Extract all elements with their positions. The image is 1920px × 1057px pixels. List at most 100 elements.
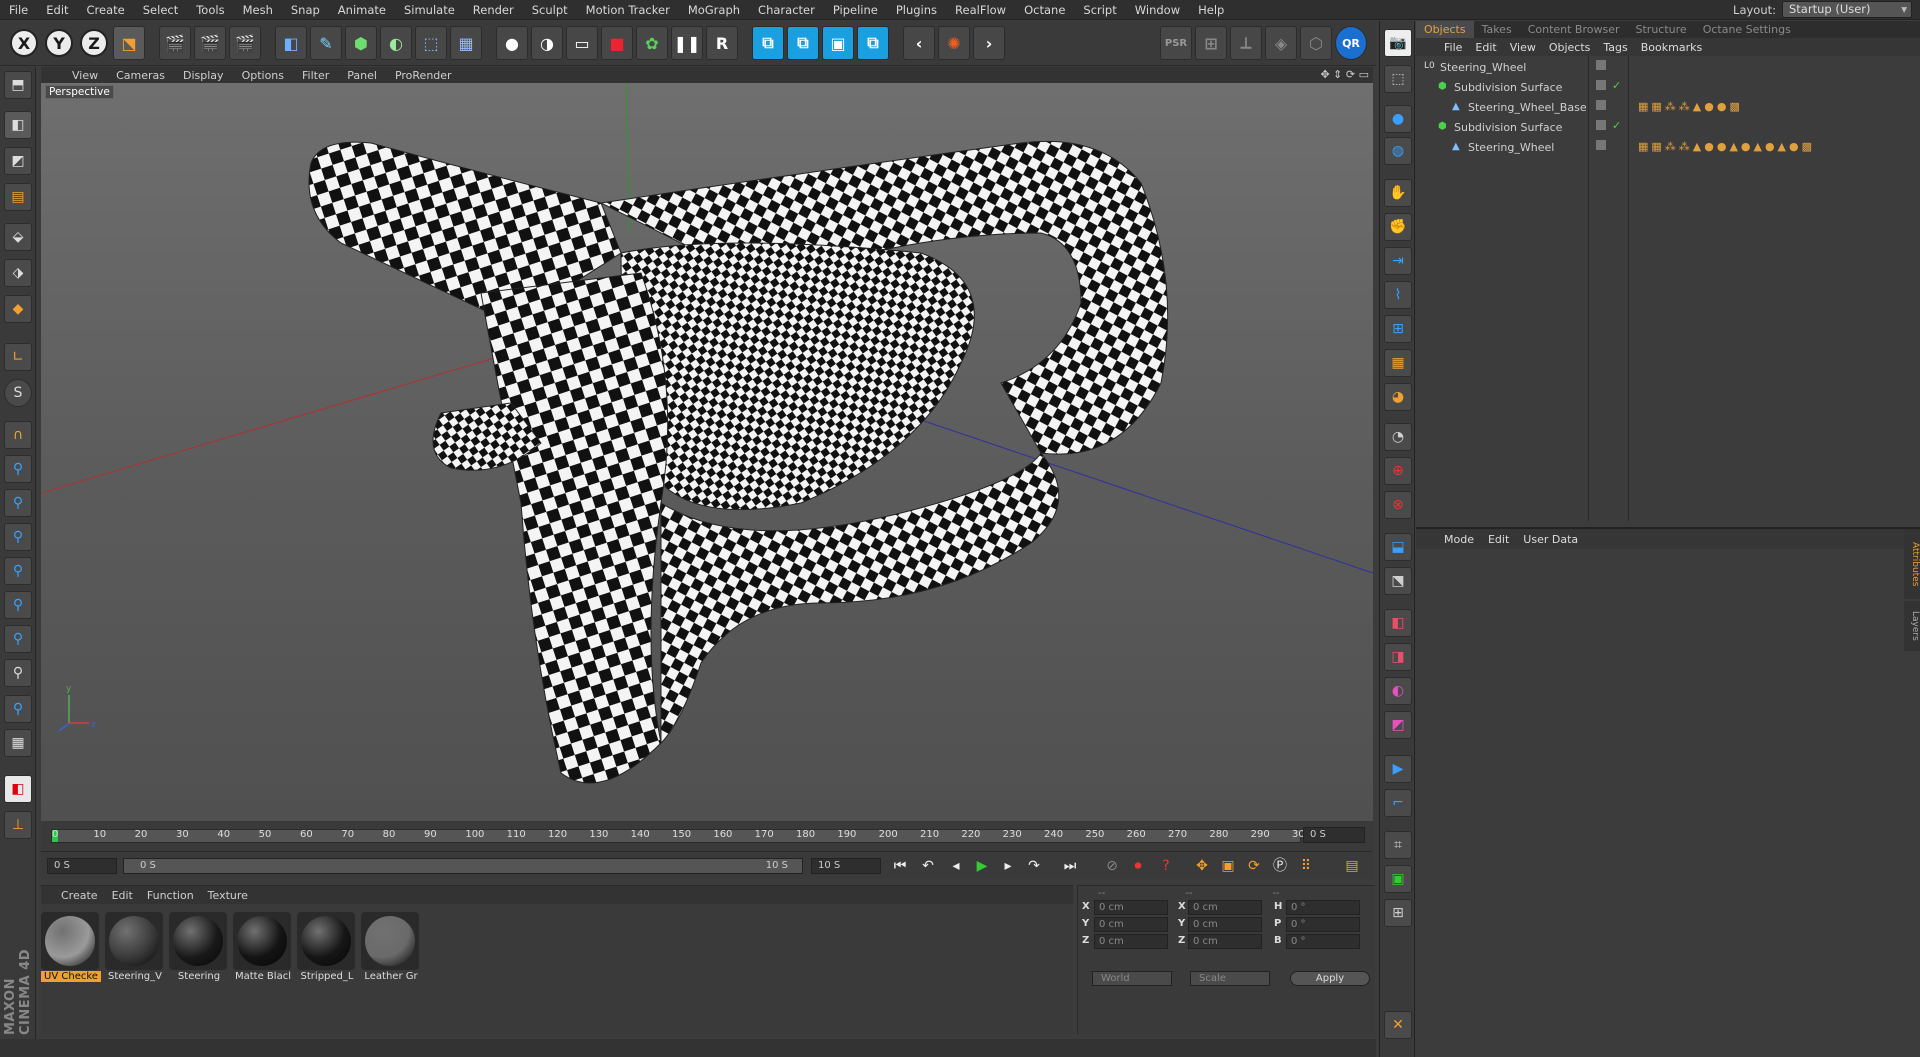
autokey-button[interactable]: ⏺ [1127,855,1149,877]
tab-octane-settings[interactable]: Octane Settings [1695,21,1799,38]
tag-list[interactable]: ▦▦⁂⁂▲●●▲●▲●▲●▩ [1638,140,1815,153]
menu-item-pipeline[interactable]: Pipeline [824,0,887,20]
brush-tool-1[interactable]: ⚲ [4,455,32,483]
material-swatch[interactable]: Steering_V [105,912,165,982]
camera-button[interactable]: ◑ [531,26,563,60]
environment-button[interactable]: ● [496,26,528,60]
prev-key-button[interactable]: ↶ [917,855,939,877]
menu-item-tools[interactable]: Tools [187,0,233,20]
coord-field[interactable]: 0 cm [1188,917,1262,932]
material-menu-function[interactable]: Function [147,889,194,902]
points-mode-button[interactable]: ⬙ [4,223,32,251]
attribute-menu-mode[interactable]: Mode [1444,533,1474,546]
menu-item-mesh[interactable]: Mesh [234,0,282,20]
solo-button[interactable]: S [4,379,32,407]
render-view-button[interactable]: 🎬 [159,26,191,60]
tab-structure[interactable]: Structure [1628,21,1695,38]
forward-button[interactable]: ✺ [938,26,970,60]
material-swatch[interactable]: Stripped_L [297,912,357,982]
viewport-nav-icons[interactable]: ✥ ⇕ ⟳ ▭ [1320,68,1369,81]
object-tree-row[interactable]: ⬢ Subdivision Surface ✓ [1416,118,1920,137]
end-frame-field[interactable]: 10 S [811,858,881,874]
steering-wheel-model[interactable] [308,140,1169,784]
menu-item-motion-tracker[interactable]: Motion Tracker [577,0,679,20]
qr-button[interactable]: QR [1335,26,1367,60]
subdivision-surface-button[interactable]: ⬢ [345,26,377,60]
rotation-key-button[interactable]: ⟳ [1243,855,1265,877]
object-menu-tags[interactable]: Tags [1603,41,1627,54]
menu-item-snap[interactable]: Snap [282,0,329,20]
material-menu-texture[interactable]: Texture [208,889,248,902]
axis-mode-button[interactable]: ∟ [4,343,32,371]
material-swatch[interactable]: Leather Gr [361,912,421,982]
material-swatch[interactable]: Steering [169,912,229,982]
brush-tool-4[interactable]: ⚲ [4,557,32,585]
material-swatch[interactable]: Matte Blacl [233,912,293,982]
menu-item-create[interactable]: Create [78,0,134,20]
viewport-menu-prorender[interactable]: ProRender [386,69,461,82]
layer-tool-3[interactable]: ▣ [822,26,854,60]
r-button[interactable]: R [706,26,738,60]
viewport-menu-display[interactable]: Display [174,69,233,82]
magnet-button[interactable]: ∩ [4,421,32,449]
viewport-menu-cameras[interactable]: Cameras [107,69,174,82]
attributes-side-tab[interactable]: Attributes [1904,529,1920,599]
brush-tool-6[interactable]: ⚲ [4,625,32,653]
menu-item-sculpt[interactable]: Sculpt [523,0,577,20]
material-swatch[interactable]: UV Checke [41,912,101,982]
object-move-button[interactable]: ⬔ [1384,567,1412,595]
brush-tool-8[interactable]: ⚲ [4,695,32,723]
material-tool-2[interactable]: ◨ [1384,643,1412,671]
material-tool-1[interactable]: ◧ [1384,609,1412,637]
model-mode-button[interactable]: ◧ [4,111,32,139]
snap-tool-button[interactable]: ⊞ [1195,26,1227,60]
current-frame-field[interactable]: 0 S [1303,827,1365,843]
menu-item-render[interactable]: Render [464,0,523,20]
material-menu-create[interactable]: Create [61,889,98,902]
layer-tool-1[interactable]: ⧉ [752,26,784,60]
menu-item-character[interactable]: Character [749,0,824,20]
coordinate-system-button[interactable]: ⬔ [113,26,145,60]
grid-snap-button[interactable]: ⊞ [1384,315,1412,343]
attribute-menu-user-data[interactable]: User Data [1523,533,1578,546]
next-frame-button[interactable]: ▸ [997,855,1019,877]
apply-button[interactable]: Apply [1290,971,1370,986]
viewport-menu-filter[interactable]: Filter [293,69,338,82]
layer-tool-2[interactable]: ⧉ [787,26,819,60]
visibility-toggle[interactable] [1596,120,1606,130]
floor-button[interactable]: ▦ [450,26,482,60]
target-button[interactable]: ⊕ [1384,457,1412,485]
lock-x-axis-button[interactable]: X [10,29,38,57]
menu-item-window[interactable]: Window [1126,0,1189,20]
menu-item-octane[interactable]: Octane [1015,0,1074,20]
plane-tool-button[interactable]: ▣ [1384,865,1412,893]
enabled-check-icon[interactable]: ✓ [1612,119,1621,132]
next-key-button[interactable]: ↷ [1023,855,1045,877]
layer-tool-4[interactable]: ⧉ [857,26,889,60]
menu-item-mograph[interactable]: MoGraph [679,0,749,20]
tab-content-browser[interactable]: Content Browser [1520,21,1628,38]
scale-key-button[interactable]: ▣ [1217,855,1239,877]
object-menu-file[interactable]: File [1444,41,1462,54]
brush-tool-2[interactable]: ⚲ [4,489,32,517]
grid-tool-button[interactable]: ▦ [4,729,32,757]
cube-button[interactable]: ◧ [275,26,307,60]
menu-item-realflow[interactable]: RealFlow [946,0,1015,20]
brush-tool-7[interactable]: ⚲ [4,659,32,687]
coord-field[interactable]: 0 cm [1094,917,1168,932]
sphere-tool-button[interactable]: ● [1384,105,1412,133]
brush-tool-5[interactable]: ⚲ [4,591,32,619]
menu-item-simulate[interactable]: Simulate [395,0,464,20]
render-settings-button[interactable]: 🎬 [229,26,261,60]
preview-range-slider[interactable]: 0 S 10 S [123,858,803,874]
point-level-button[interactable]: ⠿ [1295,855,1317,877]
tools-button[interactable]: ✕ [1384,1011,1412,1039]
pull-tool-button[interactable]: ✊ [1384,213,1412,241]
mograph-button[interactable]: ✿ [636,26,668,60]
bevel-button[interactable]: ◔ [1384,423,1412,451]
joint-tool-button[interactable]: ⟂ [1230,26,1262,60]
polygons-mode-button[interactable]: ◆ [4,295,32,323]
timeline-track[interactable]: 0 10 20 30 40 50 60 70 80 90 100 110 120 130 140 150 160… [51,829,1311,843]
grab-tool-button[interactable]: ✋ [1384,179,1412,207]
axis-tool-button[interactable]: ⊥ [4,811,32,839]
